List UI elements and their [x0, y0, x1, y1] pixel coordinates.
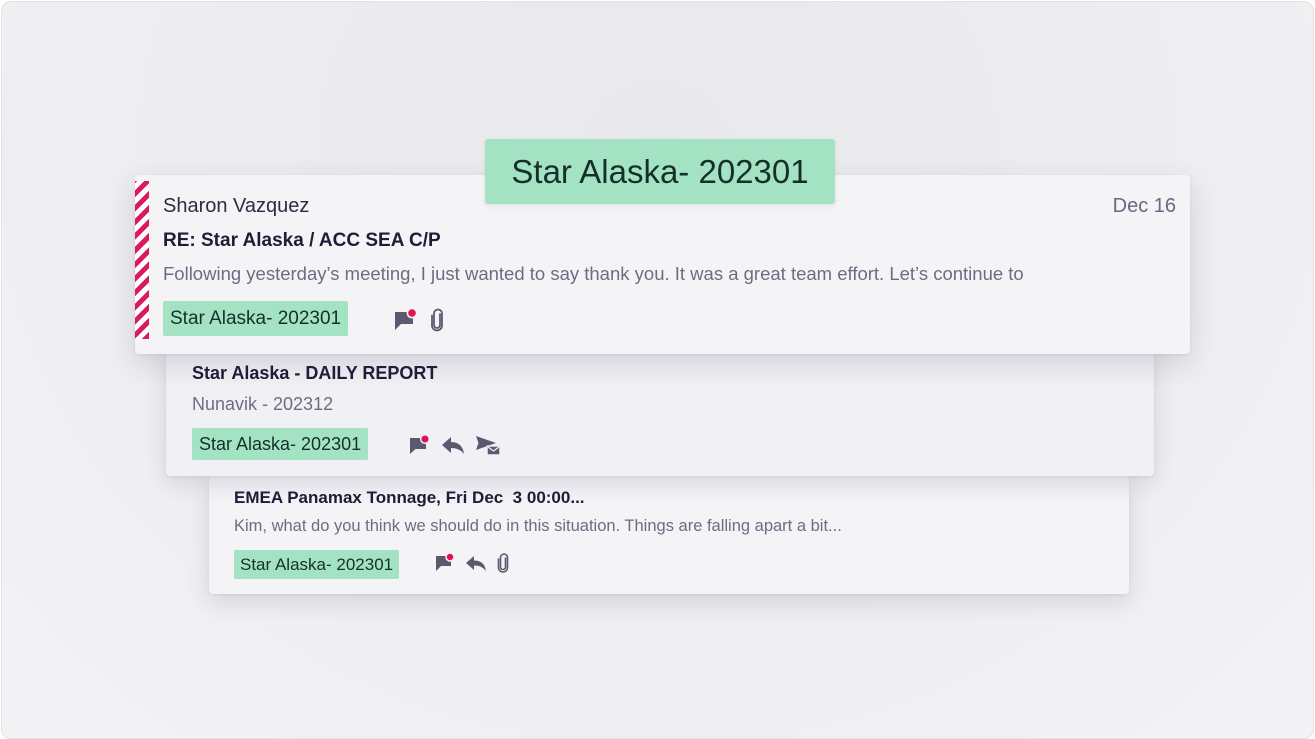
email-subject: EMEA Panamax Tonnage, Fri Dec 3 00:00... — [234, 488, 585, 507]
email-sender: Sharon Vazquez — [163, 195, 310, 217]
priority-stripe — [135, 181, 149, 339]
email-preview: Nunavik - 202312 — [192, 394, 334, 414]
label-tag[interactable]: Star Alaska- 202301 — [192, 428, 369, 460]
flag-notification-icon[interactable] — [393, 308, 419, 332]
email-icons — [408, 433, 502, 457]
forward-icon[interactable] — [474, 433, 502, 457]
canvas: EMEA Panamax Tonnage, Fri Dec 3 00:00...… — [1, 1, 1314, 739]
email-icons — [434, 553, 510, 573]
email-subject: Star Alaska - DAILY REPORT — [192, 363, 438, 383]
reply-icon[interactable] — [440, 434, 466, 456]
email-subject: RE: Star Alaska / ACC SEA C/P — [163, 230, 441, 251]
flag-notification-icon[interactable] — [408, 434, 432, 456]
email-date: Dec 16 — [1112, 195, 1176, 217]
label-tag[interactable]: Star Alaska- 202301 — [234, 550, 400, 579]
email-card-2[interactable]: Star Alaska - DAILY REPORT Nunavik - 202… — [166, 348, 1154, 476]
email-preview: Kim, what do you think we should do in t… — [234, 517, 842, 535]
reply-icon[interactable] — [464, 553, 488, 573]
dragged-label-tag[interactable]: Star Alaska- 202301 — [485, 139, 835, 204]
email-preview: Following yesterday’s meeting, I just wa… — [163, 263, 1024, 284]
email-icons — [393, 308, 445, 332]
email-card-3[interactable]: EMEA Panamax Tonnage, Fri Dec 3 00:00...… — [209, 476, 1129, 594]
flag-notification-icon[interactable] — [434, 553, 456, 573]
label-tag[interactable]: Star Alaska- 202301 — [163, 301, 349, 336]
attachment-icon[interactable] — [429, 308, 445, 332]
attachment-icon[interactable] — [496, 553, 510, 573]
